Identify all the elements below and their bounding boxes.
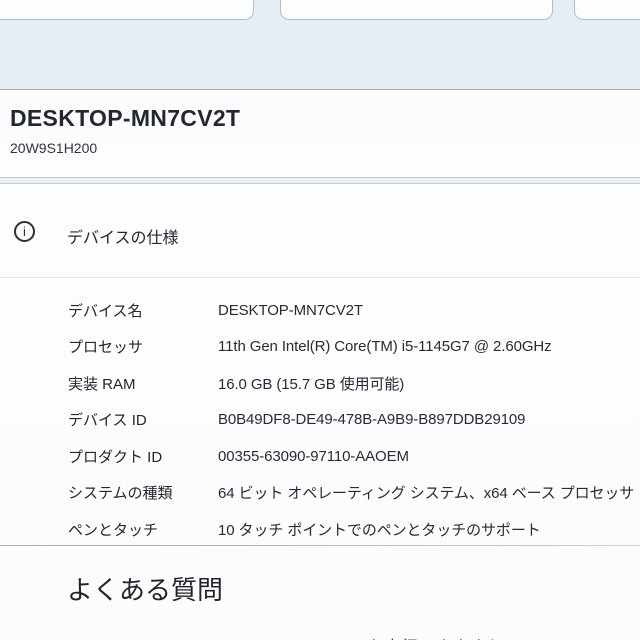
spec-label: システムの種類 xyxy=(68,485,173,503)
device-specs-header[interactable]: i デバイスの仕様 xyxy=(0,210,640,255)
device-specs-title: デバイスの仕様 xyxy=(67,230,179,247)
faq-question-link-clipped[interactable]: この PC で Windows 11 を実行できますか? xyxy=(182,633,512,640)
spec-value: 64 ビット オペレーティング システム、x64 ベース プロセッサ xyxy=(218,485,635,503)
spec-row-device-id: デバイス ID B0B49DF8-DE49-478B-A9B9-B897DDB2… xyxy=(68,402,640,439)
spec-row-system-type: システムの種類 64 ビット オペレーティング システム、x64 ベース プロセ… xyxy=(68,475,640,512)
spec-row-device-name: デバイス名 DESKTOP-MN7CV2T xyxy=(68,292,640,329)
spec-label: プロダクト ID xyxy=(68,448,163,466)
spec-value: 11th Gen Intel(R) Core(TM) i5-1145G7 @ 2… xyxy=(218,338,552,356)
spec-value: DESKTOP-MN7CV2T xyxy=(218,301,363,319)
spec-label: デバイス ID xyxy=(68,412,147,430)
spec-label: デバイス名 xyxy=(68,302,143,320)
spec-row-product-id: プロダクト ID 00355-63090-97110-AAOEM xyxy=(68,438,640,475)
card-edge-left xyxy=(0,0,254,20)
faq-heading: よくある質問 xyxy=(67,575,224,605)
settings-about-page: DESKTOP-MN7CV2T 20W9S1H200 i デバイスの仕様 デバイ… xyxy=(0,0,640,640)
model-number: 20W9S1H200 xyxy=(10,140,98,156)
spec-value: 00355-63090-97110-AAOEM xyxy=(218,447,409,465)
section-divider xyxy=(0,277,640,278)
spec-value: 10 タッチ ポイントでのペンとタッチのサポート xyxy=(218,521,541,539)
card-edge-middle xyxy=(280,0,553,20)
info-icon: i xyxy=(14,221,35,242)
card-divider-bottom xyxy=(0,545,640,546)
spec-label: ペンとタッチ xyxy=(68,521,159,539)
spec-label: プロセッサ xyxy=(68,339,144,357)
spec-value: 16.0 GB (15.7 GB 使用可能) xyxy=(218,375,405,393)
spec-row-pen-touch: ペンとタッチ 10 タッチ ポイントでのペンとタッチのサポート xyxy=(68,511,640,548)
spec-row-processor: プロセッサ 11th Gen Intel(R) Core(TM) i5-1145… xyxy=(68,329,640,366)
card-divider xyxy=(0,177,640,184)
device-specs-table: デバイス名 DESKTOP-MN7CV2T プロセッサ 11th Gen Int… xyxy=(68,292,640,548)
spec-value: B0B49DF8-DE49-478B-A9B9-B897DDB29109 xyxy=(218,411,526,429)
spec-label: 実装 RAM xyxy=(68,375,136,393)
spec-row-ram: 実装 RAM 16.0 GB (15.7 GB 使用可能) xyxy=(68,365,640,402)
card-edge-right xyxy=(574,0,640,20)
device-name-heading: DESKTOP-MN7CV2T xyxy=(10,105,241,131)
